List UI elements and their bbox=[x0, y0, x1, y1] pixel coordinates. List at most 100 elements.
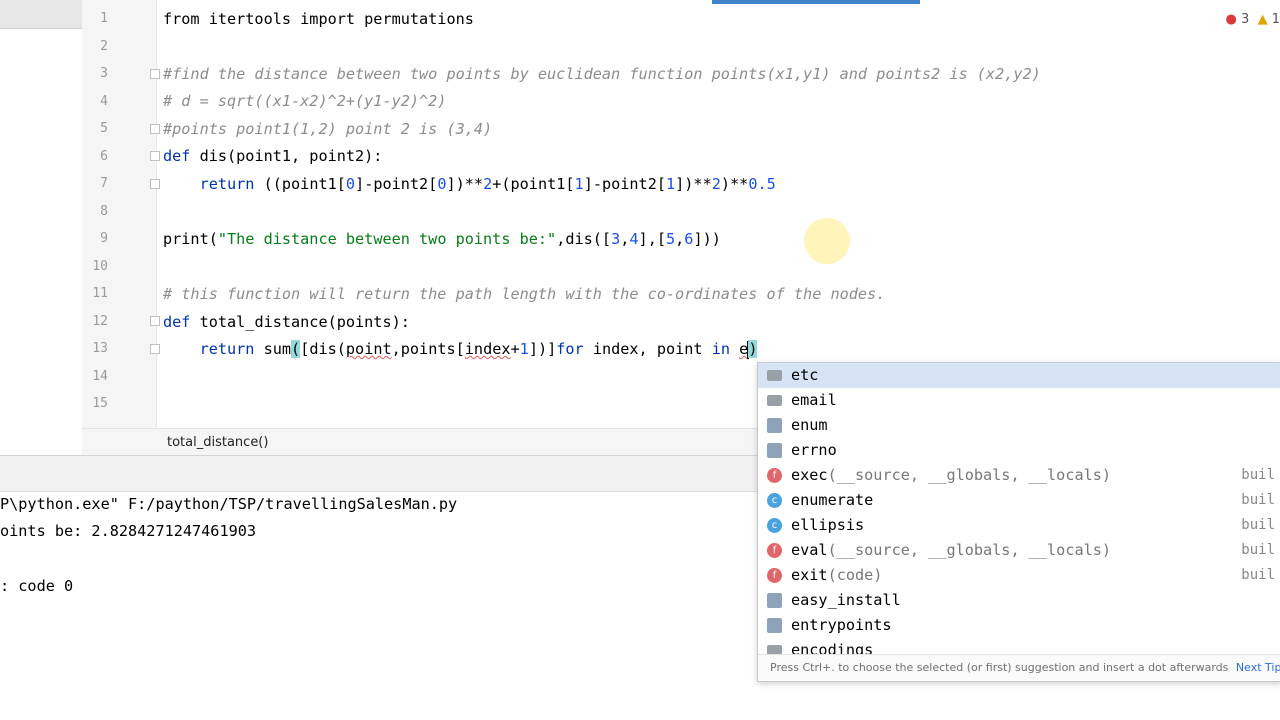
folder-icon bbox=[767, 370, 782, 381]
code-line-5[interactable]: #points point1(1,2) point 2 is (3,4) bbox=[163, 118, 492, 140]
line-number[interactable]: 1 bbox=[82, 9, 108, 29]
line-number[interactable]: 11 bbox=[82, 284, 108, 304]
number-literal: 1 bbox=[665, 175, 676, 193]
completion-item[interactable]: f exec(__source, __globals, __locals) buil bbox=[758, 463, 1280, 488]
line-number[interactable]: 9 bbox=[82, 229, 108, 249]
completion-item-name: etc bbox=[791, 363, 818, 388]
unresolved-reference[interactable]: point bbox=[346, 340, 392, 358]
code-text: ])) bbox=[693, 230, 721, 248]
completion-item-name: exec(__source, __globals, __locals) bbox=[791, 463, 1111, 488]
module-icon bbox=[767, 443, 782, 458]
completion-item-name: entrypoints bbox=[791, 613, 892, 638]
line-number[interactable]: 2 bbox=[82, 37, 108, 57]
completion-label: enumerate bbox=[791, 491, 874, 509]
line-number[interactable]: 12 bbox=[82, 312, 108, 332]
module-icon bbox=[767, 618, 782, 633]
problems-indicator[interactable]: ● 3 ▲ 1 bbox=[1226, 12, 1280, 27]
code-line-13[interactable]: return sum([dis(point,points[index+1])]f… bbox=[163, 338, 758, 360]
line-number[interactable]: 6 bbox=[82, 147, 108, 167]
warning-icon: ▲ bbox=[1257, 12, 1268, 27]
string-literal: "The distance between two points be:" bbox=[217, 230, 557, 248]
console-line: : code 0 bbox=[0, 577, 74, 595]
completion-type-hint: buil bbox=[1241, 542, 1275, 558]
code-text: ],[ bbox=[638, 230, 666, 248]
code-line-12[interactable]: def total_distance(points): bbox=[163, 311, 410, 333]
fold-marker-icon[interactable] bbox=[150, 151, 160, 161]
completion-item[interactable]: c enumerate buil bbox=[758, 488, 1280, 513]
line-number[interactable]: 8 bbox=[82, 202, 108, 222]
class-icon: c bbox=[767, 518, 782, 533]
number-literal: 4 bbox=[629, 230, 639, 248]
completion-type-hint: buil bbox=[1241, 517, 1275, 533]
completion-label: exit bbox=[791, 566, 828, 584]
completion-type-hint: buil bbox=[1241, 467, 1275, 483]
completion-item[interactable]: entrypoints bbox=[758, 613, 1280, 638]
number-literal: 5 bbox=[665, 230, 676, 248]
class-icon: c bbox=[767, 493, 782, 508]
completion-item[interactable]: email bbox=[758, 388, 1280, 413]
code-line-6[interactable]: def dis(point1, point2): bbox=[163, 145, 382, 167]
number-literal: 1 bbox=[574, 175, 584, 193]
package-icon bbox=[767, 395, 782, 406]
fold-marker-icon[interactable] bbox=[150, 124, 160, 134]
console-line: P\python.exe" F:/paython/TSP/travellingS… bbox=[0, 495, 458, 513]
line-number[interactable]: 5 bbox=[82, 119, 108, 139]
matched-bracket: ) bbox=[748, 340, 758, 358]
unresolved-reference[interactable]: index bbox=[465, 340, 511, 358]
code-text: , bbox=[675, 230, 685, 248]
completion-item-name: easy_install bbox=[791, 588, 901, 613]
line-number[interactable]: 4 bbox=[82, 92, 108, 112]
completion-tip: Press Ctrl+. to choose the selected (or … bbox=[758, 654, 1280, 680]
line-number[interactable]: 7 bbox=[82, 174, 108, 194]
code-completion-popup[interactable]: etc email enum errno f exec(__source, __globa… bbox=[757, 362, 1280, 682]
completion-signature: (__source, __globals, __locals) bbox=[827, 466, 1112, 484]
code-text: ,points[ bbox=[391, 340, 465, 358]
completion-item[interactable]: f exit(code) buil bbox=[758, 563, 1280, 588]
code-text: print( bbox=[163, 230, 218, 248]
line-number[interactable]: 13 bbox=[82, 339, 108, 359]
line-number[interactable]: 14 bbox=[82, 367, 108, 387]
code-line-3[interactable]: #find the distance between two points by… bbox=[163, 63, 1041, 85]
fold-marker-icon[interactable] bbox=[150, 316, 160, 326]
completion-item[interactable]: errno bbox=[758, 438, 1280, 463]
next-tip-link[interactable]: Next Tip bbox=[1236, 661, 1280, 674]
number-literal: 0.5 bbox=[748, 175, 776, 193]
completion-item[interactable]: f eval(__source, __globals, __locals) buil bbox=[758, 538, 1280, 563]
code-line-9[interactable]: print("The distance between two points b… bbox=[163, 228, 721, 250]
comment-text: # this function will return the path len… bbox=[163, 285, 886, 303]
completion-label: email bbox=[791, 391, 837, 409]
code-line-11[interactable]: # this function will return the path len… bbox=[163, 283, 885, 305]
project-tool-window-edge[interactable] bbox=[0, 0, 82, 29]
completion-item[interactable]: enum bbox=[758, 413, 1280, 438]
number-literal: 0 bbox=[437, 175, 447, 193]
code-line-7[interactable]: return ((point1[0]-point2[0])**2+(point1… bbox=[163, 173, 776, 195]
completion-item[interactable]: easy_install bbox=[758, 588, 1280, 613]
completion-type-hint: buil bbox=[1241, 567, 1275, 583]
code-line-4[interactable]: # d = sqrt((x1-x2)^2+(y1-y2)^2) bbox=[163, 90, 446, 112]
number-literal: 3 bbox=[611, 230, 621, 248]
module-icon bbox=[767, 418, 782, 433]
code-line-1[interactable]: from itertools import permutations bbox=[163, 8, 474, 30]
completion-item[interactable]: c ellipsis buil bbox=[758, 513, 1280, 538]
keyword: def bbox=[163, 147, 191, 165]
fold-marker-icon[interactable] bbox=[150, 344, 160, 354]
fold-marker-icon[interactable] bbox=[150, 69, 160, 79]
code-text: ])] bbox=[528, 340, 557, 358]
code-text: ])** bbox=[675, 175, 712, 193]
fold-marker-icon[interactable] bbox=[150, 179, 160, 189]
comment-text: # d = sqrt((x1-x2)^2+(y1-y2)^2) bbox=[163, 92, 447, 110]
completion-label: entrypoints bbox=[791, 616, 892, 634]
keyword: in bbox=[711, 340, 730, 358]
completion-item-name: exit(code) bbox=[791, 563, 882, 588]
breadcrumb[interactable]: total_distance() bbox=[167, 435, 268, 450]
line-number[interactable]: 3 bbox=[82, 64, 108, 84]
active-tab-indicator bbox=[712, 0, 920, 4]
completion-label: enum bbox=[791, 416, 828, 434]
code-text: +(point1[ bbox=[492, 175, 575, 193]
completion-item[interactable]: etc bbox=[758, 363, 1280, 388]
error-count: 3 bbox=[1241, 12, 1250, 27]
line-number[interactable]: 10 bbox=[82, 257, 108, 277]
code-text: + bbox=[510, 340, 520, 358]
line-number[interactable]: 15 bbox=[82, 394, 108, 414]
completion-signature: (__source, __globals, __locals) bbox=[827, 541, 1112, 559]
